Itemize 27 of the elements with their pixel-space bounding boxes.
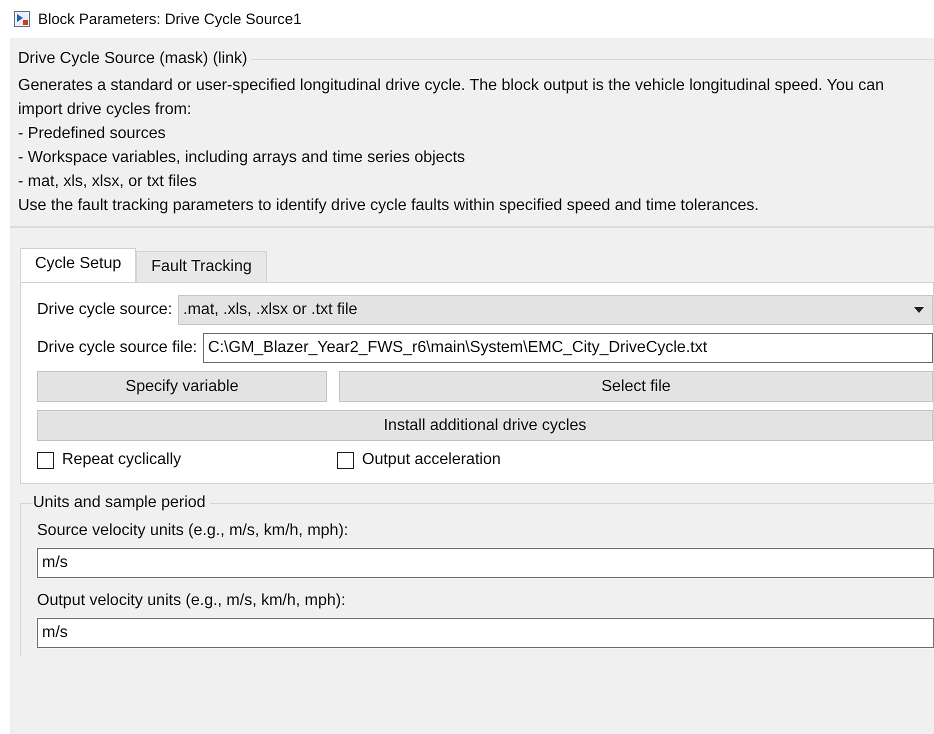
tab[interactable]: Cycle Setup [20, 248, 136, 282]
group-title: Units and sample period [33, 494, 207, 512]
input-field[interactable]: m/s [37, 548, 934, 578]
checkbox[interactable] [37, 452, 54, 468]
checkbox-label: Output acceleration [362, 451, 501, 469]
description-text: - Workspace variables, including arrays and time series objects [18, 148, 466, 168]
description-text: - Predefined sources [18, 124, 167, 144]
description-text: Use the fault tracking parameters to identify drive cycle faults within specified speed and time tolerances. [18, 196, 760, 216]
dropdown[interactable]: .mat, .xls, .xlsx or .txt file [178, 295, 933, 325]
checkbox[interactable] [337, 452, 354, 468]
field-label: Drive cycle source: [37, 301, 172, 319]
checkbox-label: Repeat cyclically [62, 451, 182, 469]
description-text: Generates a standard or user-specified longitudinal drive cycle. The block output is the vehicle longitudinal speed. You can import drive cycles from: [18, 76, 886, 120]
field-label: Source velocity units (e.g., m/s, km/h, mph): [37, 522, 350, 540]
tab[interactable]: Fault Tracking [136, 251, 267, 282]
input-field[interactable]: m/s [37, 618, 934, 648]
field-label: Drive cycle source file: [37, 339, 198, 357]
description-text: - mat, xls, xlsx, or txt files [18, 172, 198, 192]
push-button[interactable]: Select file [339, 371, 933, 402]
install-button[interactable]: Install additional drive cycles [37, 410, 933, 441]
dropdown-arrow-icon [914, 307, 924, 313]
window-title: Block Parameters: Drive Cycle Source1 [38, 10, 302, 28]
field-label: Output velocity units (e.g., m/s, km/h, mph): [37, 592, 347, 610]
group-title: Drive Cycle Source (mask) (link) [17, 50, 248, 68]
push-button[interactable]: Specify variable [37, 371, 327, 402]
block-icon [14, 11, 30, 27]
input-field[interactable]: C:\GM_Blazer_Year2_FWS_r6\main\System\EMC_City_DriveCycle.txt [203, 333, 933, 363]
